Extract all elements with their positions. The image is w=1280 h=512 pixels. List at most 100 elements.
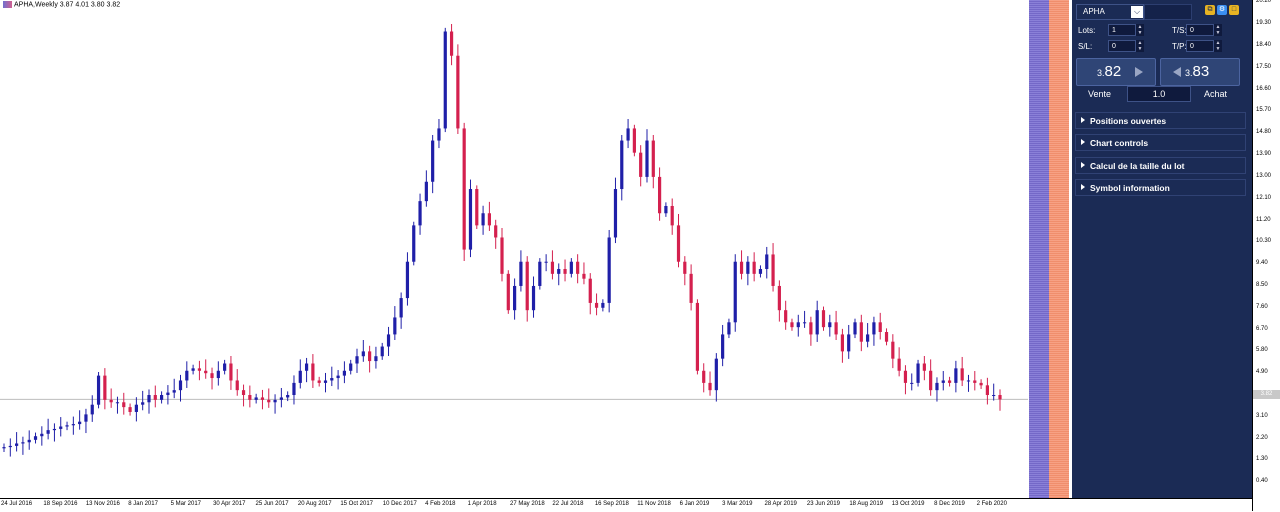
tp-field[interactable]: 0 <box>1186 40 1214 52</box>
time-axis[interactable]: 24 Jul 2016 18 Sep 2016 13 Nov 2016 8 Jan 2… <box>0 498 1028 512</box>
candle <box>727 318 731 339</box>
candle-body <box>594 302 599 308</box>
section-symbol-information[interactable]: Symbol information <box>1075 179 1246 196</box>
candle <box>380 342 384 360</box>
buy-button[interactable]: 3.83 <box>1160 58 1240 86</box>
candle <box>973 371 977 391</box>
candle <box>40 426 44 446</box>
candlestick-chart[interactable] <box>0 0 1028 498</box>
price-tick: 15.70 <box>1256 107 1272 114</box>
chevron-down-icon[interactable]: ⌵ <box>1131 6 1143 18</box>
candle-body <box>191 368 195 371</box>
candle <box>78 410 82 430</box>
candle-body <box>550 261 555 274</box>
symbol-select[interactable]: APHA ⌵ <box>1076 4 1144 20</box>
candle-body <box>210 373 214 379</box>
window-icon[interactable]: □ <box>1229 5 1239 15</box>
candle-body <box>500 237 504 274</box>
ts-stepper[interactable]: ▲ ▼ <box>1214 24 1222 36</box>
candle <box>752 252 756 282</box>
price-tick: 13.00 <box>1256 172 1272 179</box>
lots-stepper[interactable]: ▲ ▼ <box>1136 24 1144 36</box>
candle-body <box>941 380 945 383</box>
candle-body <box>525 261 529 311</box>
buy-label: Achat <box>1204 89 1228 99</box>
ts-label: T/S: <box>1172 26 1187 35</box>
section-positions-ouvertes[interactable]: Positions ouvertes <box>1075 112 1246 129</box>
candle <box>884 328 889 346</box>
candle-body <box>973 380 977 383</box>
buy-price-big: 83 <box>1192 63 1210 80</box>
candle <box>153 385 157 408</box>
section-chart-controls[interactable]: Chart controls <box>1075 134 1246 151</box>
candle-body <box>412 225 416 262</box>
candle <box>475 185 479 230</box>
candle <box>645 129 649 183</box>
blue-indicator-strip <box>1029 0 1049 498</box>
candle <box>941 371 945 391</box>
candle-body <box>336 375 340 379</box>
candle <box>8 438 12 457</box>
time-tick: 5 Mar 2017 <box>170 501 202 507</box>
chart-area[interactable]: APHA,Weekly 3.87 4.01 3.80 3.82 <box>0 0 1028 511</box>
candle <box>386 326 391 356</box>
candle <box>52 423 57 442</box>
candle-body <box>33 436 38 440</box>
tp-stepper[interactable]: ▲ ▼ <box>1214 40 1222 52</box>
candle-body <box>279 397 283 400</box>
candle <box>185 361 189 388</box>
copy-icon[interactable]: ⧉ <box>1205 5 1215 15</box>
candle-body <box>557 268 561 274</box>
candle-body <box>998 395 1002 400</box>
candle <box>777 280 781 322</box>
candle-body <box>840 334 845 352</box>
candle <box>166 385 170 405</box>
candle-body <box>134 404 138 412</box>
sl-stepper[interactable]: ▲ ▼ <box>1136 40 1144 52</box>
candle-body <box>267 399 271 403</box>
candle-body <box>468 189 473 250</box>
candle <box>468 179 473 258</box>
candle-body <box>651 140 655 177</box>
time-tick: 11 Nov 2018 <box>637 501 671 507</box>
candle <box>513 278 517 320</box>
section-label: Calcul de la taille du lot <box>1090 161 1185 171</box>
candle <box>544 254 548 272</box>
candle <box>27 430 31 450</box>
candle <box>412 221 416 266</box>
lots-field[interactable]: 1 <box>1108 24 1136 36</box>
price-tick: 5.80 <box>1256 347 1268 354</box>
candle <box>267 388 271 408</box>
sl-field[interactable]: 0 <box>1108 40 1136 52</box>
candle <box>670 198 674 235</box>
lot-size-input[interactable]: 1.0 <box>1127 86 1191 102</box>
candle-body <box>884 332 889 342</box>
symbol-search-input[interactable] <box>1144 4 1192 20</box>
price-tick: 0.40 <box>1256 478 1268 485</box>
candle <box>506 270 510 314</box>
candle-body <box>443 31 447 129</box>
candle-body <box>418 201 422 226</box>
price-axis[interactable]: 20.20 19.30 18.40 17.50 16.60 15.70 14.80 13.90… <box>1252 0 1280 511</box>
section-lot-size-calc[interactable]: Calcul de la taille du lot <box>1075 157 1246 174</box>
candle-body <box>361 351 365 357</box>
sell-button[interactable]: 3.82 <box>1076 58 1156 86</box>
candle <box>279 387 283 408</box>
candle-body <box>922 363 926 371</box>
ts-field[interactable]: 0 <box>1186 24 1214 36</box>
candle-body <box>342 370 347 376</box>
price-tick: 13.90 <box>1256 151 1272 158</box>
candle-body <box>172 390 176 393</box>
trade-panel: APHA ⌵ ⧉ ⚙ □ Lots: 1 ▲ ▼ T/S: 0 ▲ ▼ S/L: 0… <box>1072 0 1252 498</box>
candle <box>689 264 693 311</box>
candle-body <box>664 205 668 214</box>
candle <box>985 377 989 405</box>
candle-body <box>588 278 592 303</box>
gear-icon[interactable]: ⚙ <box>1217 5 1227 15</box>
current-price-label: 3.82 <box>1253 390 1280 399</box>
candle-body <box>758 268 763 274</box>
candle <box>248 385 252 408</box>
candle-body <box>393 317 397 335</box>
time-tick: 20 Aug 2017 <box>297 501 332 507</box>
candle <box>292 375 296 405</box>
